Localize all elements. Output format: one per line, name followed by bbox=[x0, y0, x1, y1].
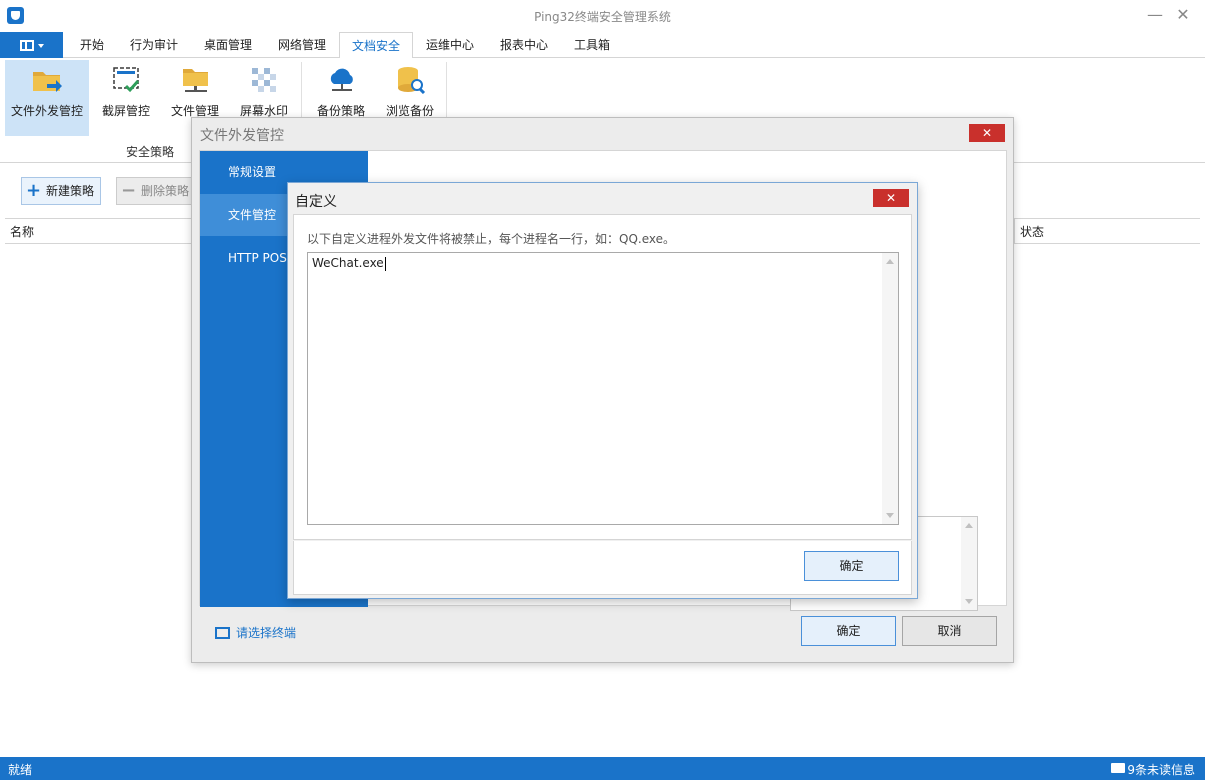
menu-grid-icon bbox=[20, 40, 34, 51]
app-menu-button[interactable] bbox=[0, 32, 63, 58]
dialog-title: 自定义 bbox=[295, 194, 337, 210]
scroll-down-icon[interactable] bbox=[965, 599, 973, 604]
window-title: Ping32终端安全管理系统 bbox=[534, 10, 671, 24]
scrollbar[interactable] bbox=[882, 253, 898, 524]
dialog-body: 以下自定义进程外发文件将被禁止，每个进程名一行，如：QQ.exe。 WeChat… bbox=[293, 214, 912, 540]
minus-icon: − bbox=[121, 180, 137, 201]
ribbon-button-label: 截屏管控 bbox=[101, 104, 150, 118]
process-list-textarea[interactable]: WeChat.exe bbox=[307, 252, 899, 525]
scroll-up-icon[interactable] bbox=[965, 523, 973, 528]
screenshot-check-icon bbox=[113, 67, 140, 93]
tab-desktop-management[interactable]: 桌面管理 bbox=[195, 32, 261, 58]
dialog-footer: 确定 bbox=[293, 541, 912, 595]
app-window: Ping32终端安全管理系统 — ✕ 开始 行为审计 桌面管理 网络管理 文档安… bbox=[0, 0, 1205, 780]
delete-policy-button[interactable]: − 删除策略 bbox=[116, 177, 197, 205]
ribbon-tab-bar: 开始 行为审计 桌面管理 网络管理 文档安全 运维中心 报表中心 工具箱 bbox=[0, 32, 1205, 59]
chevron-down-icon bbox=[38, 44, 44, 48]
close-window-button[interactable]: ✕ bbox=[1173, 5, 1193, 25]
folder-send-icon bbox=[33, 72, 62, 92]
ok-button[interactable]: 确定 bbox=[801, 616, 896, 646]
unread-messages[interactable]: 9条未读信息 bbox=[1127, 761, 1195, 778]
minimize-button[interactable]: — bbox=[1145, 5, 1165, 25]
cancel-button[interactable]: 取消 bbox=[902, 616, 997, 646]
tab-document-security[interactable]: 文档安全 bbox=[339, 32, 413, 59]
message-icon bbox=[1111, 763, 1125, 773]
new-policy-label: 新建策略 bbox=[46, 184, 95, 198]
new-policy-button[interactable]: + 新建策略 bbox=[21, 177, 102, 205]
monitor-icon bbox=[215, 626, 230, 639]
column-header-status[interactable]: 状态 bbox=[1014, 218, 1200, 244]
dialog-footer: 请选择终端 确定 取消 bbox=[199, 612, 1007, 658]
hint-text: 以下自定义进程外发文件将被禁止，每个进程名一行，如：QQ.exe。 bbox=[307, 232, 675, 246]
title-bar: Ping32终端安全管理系统 — ✕ bbox=[0, 0, 1205, 32]
watermark-icon bbox=[252, 68, 276, 92]
folder-network-icon bbox=[183, 69, 208, 92]
tab-report-center[interactable]: 报表中心 bbox=[491, 32, 557, 58]
tab-start[interactable]: 开始 bbox=[68, 32, 116, 58]
tab-network-management[interactable]: 网络管理 bbox=[269, 32, 335, 58]
ok-button[interactable]: 确定 bbox=[804, 551, 899, 581]
status-bar: 就绪 9条未读信息 bbox=[0, 757, 1205, 780]
plus-icon: + bbox=[26, 180, 42, 201]
select-terminal-link[interactable]: 请选择终端 bbox=[215, 624, 296, 641]
tab-behavior-audit[interactable]: 行为审计 bbox=[121, 32, 187, 58]
cloud-backup-icon bbox=[330, 68, 353, 91]
ribbon-group-label: 安全策略 bbox=[126, 145, 175, 159]
custom-process-dialog: 自定义 ✕ 以下自定义进程外发文件将被禁止，每个进程名一行，如：QQ.exe。 … bbox=[287, 182, 918, 599]
column-header-name[interactable]: 名称 bbox=[5, 218, 195, 244]
ribbon-button-label: 文件外发管控 bbox=[10, 104, 83, 118]
tab-ops-center[interactable]: 运维中心 bbox=[417, 32, 483, 58]
select-terminal-label: 请选择终端 bbox=[236, 626, 297, 640]
status-text: 就绪 bbox=[8, 763, 33, 777]
scrollbar[interactable] bbox=[961, 517, 977, 610]
textarea-value: WeChat.exe bbox=[312, 256, 386, 271]
dialog-close-button[interactable]: ✕ bbox=[969, 124, 1005, 142]
database-search-icon bbox=[398, 67, 426, 94]
file-send-control-button[interactable]: 文件外发管控 bbox=[5, 60, 89, 136]
dialog-close-button[interactable]: ✕ bbox=[873, 189, 909, 207]
delete-policy-label: 删除策略 bbox=[141, 184, 190, 198]
tab-toolbox[interactable]: 工具箱 bbox=[565, 32, 619, 58]
scroll-up-icon[interactable] bbox=[886, 259, 894, 264]
dialog-title: 文件外发管控 bbox=[200, 128, 284, 144]
screenshot-control-button[interactable]: 截屏管控 bbox=[86, 60, 166, 136]
scroll-down-icon[interactable] bbox=[886, 513, 894, 518]
